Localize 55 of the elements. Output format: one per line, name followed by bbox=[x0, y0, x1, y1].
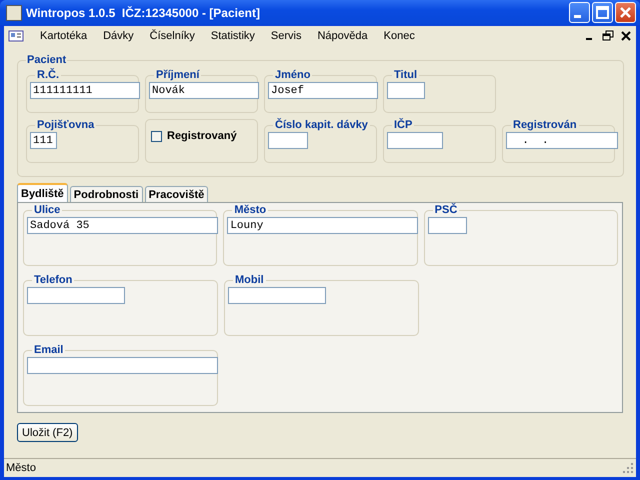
restore-icon[interactable] bbox=[602, 30, 614, 42]
minimize-button[interactable] bbox=[569, 2, 590, 23]
input-field[interactable] bbox=[387, 132, 443, 149]
field-label: PSČ bbox=[434, 204, 458, 216]
app-icon bbox=[6, 4, 22, 20]
input-field[interactable] bbox=[387, 82, 425, 99]
status-text: Město bbox=[6, 462, 36, 474]
field-label: Město bbox=[233, 204, 268, 216]
input-field[interactable]: . . bbox=[506, 132, 618, 149]
input-field[interactable] bbox=[428, 217, 467, 234]
group-title: Pacient bbox=[26, 54, 68, 66]
menu-item[interactable]: Kartotéka bbox=[32, 30, 96, 42]
card-icon[interactable] bbox=[8, 29, 24, 43]
field-label: R.Č. bbox=[36, 69, 60, 81]
field-label: Mobil bbox=[234, 274, 265, 286]
field-label: Registrován bbox=[512, 119, 578, 131]
tab[interactable]: Podrobnosti bbox=[70, 186, 143, 202]
close-icon bbox=[620, 7, 631, 18]
minimize-icon bbox=[574, 15, 581, 18]
field-label: Titul bbox=[393, 69, 418, 81]
resize-grip-icon[interactable] bbox=[622, 462, 634, 474]
registered-checkbox[interactable]: Registrovaný bbox=[151, 130, 253, 142]
maximize-icon bbox=[596, 6, 609, 19]
close-button[interactable] bbox=[615, 2, 636, 23]
tab[interactable]: Pracoviště bbox=[144, 186, 208, 202]
menu-item[interactable]: Statistiky bbox=[202, 30, 263, 42]
input-field[interactable] bbox=[268, 132, 308, 149]
tab[interactable]: Bydliště bbox=[17, 183, 68, 202]
field-label: IČP bbox=[393, 119, 414, 131]
field-label: Pojišťovna bbox=[36, 119, 96, 131]
maximize-button[interactable] bbox=[592, 2, 613, 23]
menu-item[interactable]: Servis bbox=[262, 30, 310, 42]
field-label: Příjmení bbox=[155, 69, 201, 81]
field-label: Ulice bbox=[33, 204, 62, 216]
menu-item[interactable]: Dávky bbox=[95, 30, 142, 42]
input-field[interactable]: 111 bbox=[30, 132, 57, 149]
checkbox[interactable] bbox=[151, 130, 162, 142]
window-title: Wintropos 1.0.5 IČZ:12345000 - [Pacient] bbox=[26, 6, 261, 20]
input-field[interactable]: Josef bbox=[268, 82, 378, 99]
menu-item[interactable]: Číselníky bbox=[142, 30, 203, 42]
input-field[interactable] bbox=[27, 287, 125, 304]
field-label: Jméno bbox=[274, 69, 312, 81]
input-field[interactable]: 111111111 bbox=[30, 82, 140, 99]
field-label: Email bbox=[33, 344, 64, 356]
input-field[interactable]: Sadová 35 bbox=[27, 217, 218, 234]
menu-item[interactable]: Nápověda bbox=[309, 30, 376, 42]
save-button[interactable]: Uložit (F2) bbox=[17, 423, 78, 442]
close-icon[interactable] bbox=[620, 30, 632, 42]
input-field[interactable]: Louny bbox=[227, 217, 418, 234]
menu-item[interactable]: Konec bbox=[376, 30, 423, 42]
input-field[interactable] bbox=[27, 357, 218, 374]
field-label: Telefon bbox=[33, 274, 74, 286]
input-field[interactable]: Novák bbox=[149, 82, 259, 99]
input-field[interactable] bbox=[228, 287, 326, 304]
field-label: Číslo kapit. dávky bbox=[274, 119, 369, 131]
